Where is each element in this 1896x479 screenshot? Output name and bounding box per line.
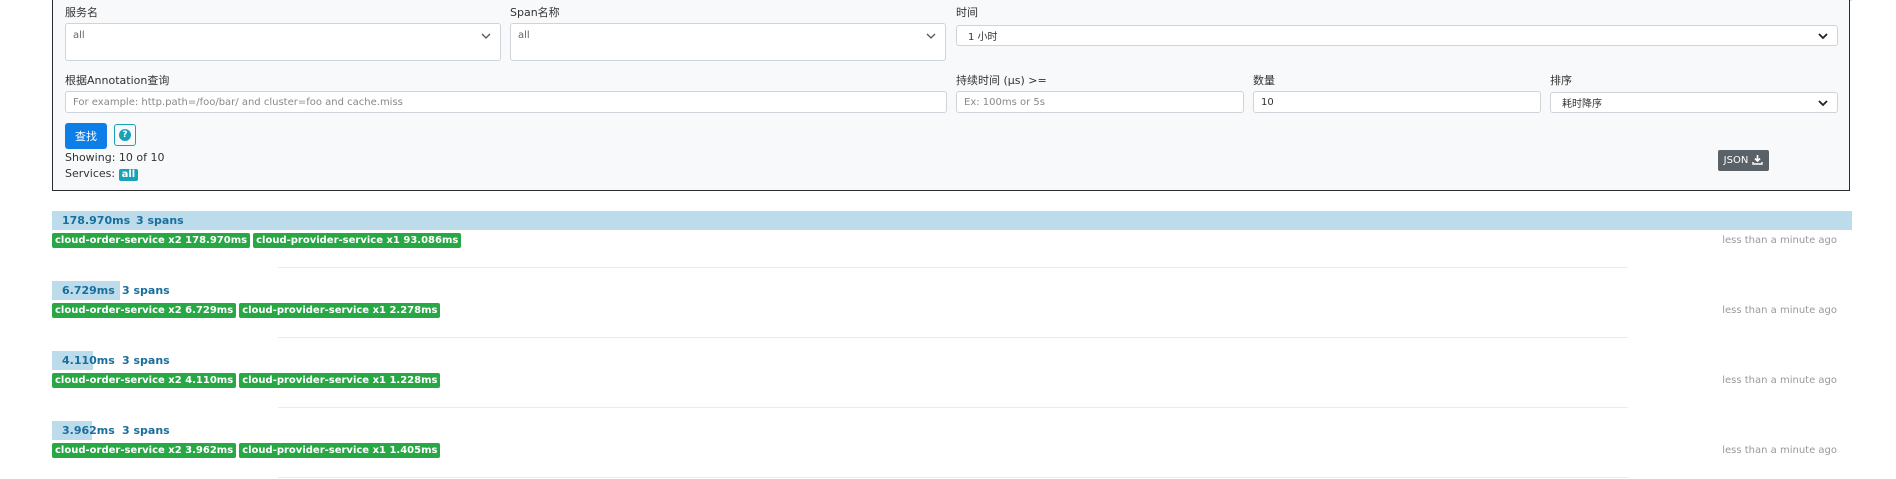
service-tag: cloud-order-service x2 6.729ms	[52, 303, 237, 318]
json-download-button[interactable]: JSON	[1718, 150, 1769, 171]
chevron-down-icon	[1817, 97, 1829, 109]
trace-duration: 6.729ms	[62, 284, 115, 297]
trace-timestamp: less than a minute ago	[1722, 445, 1837, 456]
service-tag: cloud-order-service x2 178.970ms	[52, 233, 251, 248]
sort-select[interactable]: 耗时降序	[1550, 92, 1838, 113]
trace-duration: 3.962ms	[62, 424, 115, 437]
trace-timestamp: less than a minute ago	[1722, 235, 1837, 246]
chevron-down-icon	[1817, 30, 1829, 42]
annotation-query-input[interactable]: For example: http.path=/foo/bar/ and clu…	[65, 91, 947, 113]
service-tag: cloud-provider-service x1 1.228ms	[239, 373, 441, 388]
trace-timestamp: less than a minute ago	[1722, 305, 1837, 316]
duration-bar-track: 4.110ms 3 spans	[52, 351, 1852, 370]
services-row: Services: all	[65, 167, 139, 181]
service-name-value: all	[73, 30, 85, 41]
sort-label: 排序	[1550, 74, 1572, 87]
annotation-query-placeholder: For example: http.path=/foo/bar/ and clu…	[73, 96, 403, 108]
service-tags: cloud-order-service x2 4.110ms cloud-pro…	[52, 373, 441, 388]
row-divider	[278, 477, 1628, 478]
service-tags: cloud-order-service x2 6.729ms cloud-pro…	[52, 303, 441, 318]
duration-input[interactable]: Ex: 100ms or 5s	[956, 91, 1244, 113]
download-icon	[1752, 154, 1764, 168]
row-divider	[278, 407, 1628, 408]
count-value: 10	[1261, 96, 1274, 108]
chevron-down-icon	[480, 30, 492, 42]
service-tag: cloud-provider-service x1 2.278ms	[239, 303, 441, 318]
sort-value: 耗时降序	[1562, 99, 1602, 110]
service-tag: cloud-order-service x2 3.962ms	[52, 443, 237, 458]
service-tags: cloud-order-service x2 3.962ms cloud-pro…	[52, 443, 441, 458]
showing-count: Showing: 10 of 10	[65, 151, 165, 164]
service-tag: cloud-order-service x2 4.110ms	[52, 373, 237, 388]
service-name-label: 服务名	[65, 6, 98, 19]
service-tag: cloud-provider-service x1 1.405ms	[239, 443, 441, 458]
span-name-select[interactable]: all	[510, 23, 946, 61]
duration-bar-track: 6.729ms 3 spans	[52, 281, 1852, 300]
trace-duration: 4.110ms	[62, 354, 115, 367]
trace-timestamp: less than a minute ago	[1722, 375, 1837, 386]
duration-bar-track: 178.970ms 3 spans	[52, 211, 1852, 230]
duration-bar-track: 3.962ms 3 spans	[52, 421, 1852, 440]
trace-row[interactable]: 4.110ms 3 spans cloud-order-service x2 4…	[52, 351, 1852, 411]
trace-row[interactable]: 178.970ms 3 spans cloud-order-service x2…	[52, 211, 1852, 271]
time-label: 时间	[956, 6, 978, 19]
trace-row[interactable]: 3.962ms 3 spans cloud-order-service x2 3…	[52, 421, 1852, 479]
question-icon: ?	[119, 129, 131, 141]
services-label: Services:	[65, 167, 116, 180]
help-button[interactable]: ?	[114, 124, 136, 146]
service-tags: cloud-order-service x2 178.970ms cloud-p…	[52, 233, 462, 248]
duration-bar	[52, 211, 1852, 230]
trace-spans: 3 spans	[122, 354, 170, 367]
chevron-down-icon	[925, 30, 937, 42]
time-value: 1 小时	[968, 32, 998, 43]
duration-placeholder: Ex: 100ms or 5s	[964, 96, 1045, 108]
time-select[interactable]: 1 小时	[956, 25, 1838, 46]
row-divider	[278, 337, 1628, 338]
count-input[interactable]: 10	[1253, 91, 1541, 113]
trace-row[interactable]: 6.729ms 3 spans cloud-order-service x2 6…	[52, 281, 1852, 341]
search-button[interactable]: 查找	[65, 123, 107, 149]
count-label: 数量	[1253, 74, 1275, 87]
span-name-value: all	[518, 30, 530, 41]
annotation-query-label: 根据Annotation查询	[65, 74, 170, 87]
duration-label: 持续时间 (μs) >=	[956, 74, 1047, 87]
row-divider	[278, 267, 1628, 268]
service-name-select[interactable]: all	[65, 23, 501, 61]
json-label: JSON	[1723, 155, 1749, 166]
trace-duration: 178.970ms	[62, 214, 131, 227]
trace-spans: 3 spans	[122, 424, 170, 437]
trace-spans: 3 spans	[136, 214, 184, 227]
span-name-label: Span名称	[510, 6, 560, 19]
services-badge[interactable]: all	[118, 169, 139, 181]
trace-spans: 3 spans	[122, 284, 170, 297]
service-tag: cloud-provider-service x1 93.086ms	[253, 233, 462, 248]
